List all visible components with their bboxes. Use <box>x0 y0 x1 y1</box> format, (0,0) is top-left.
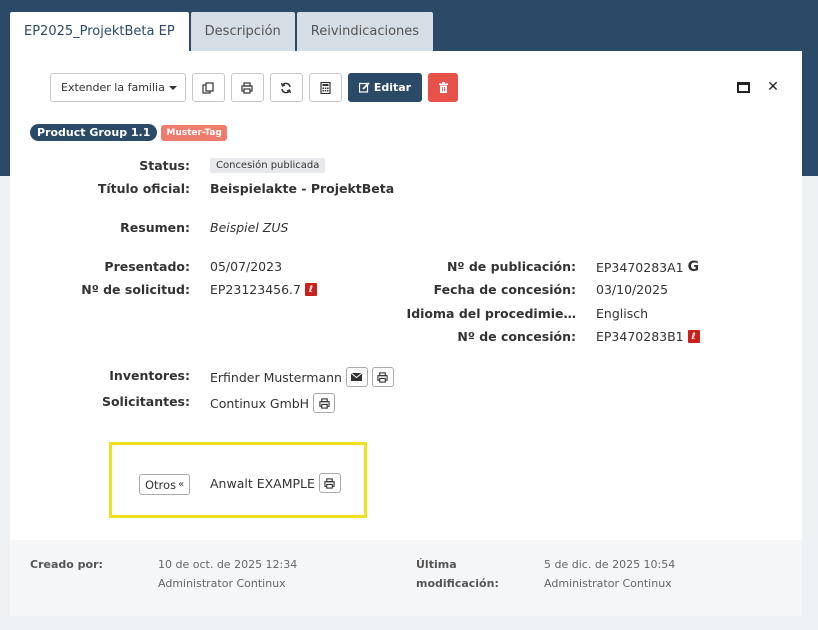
publication-number-text: EP3470283A1 <box>596 259 684 275</box>
attorney-name: Anwalt EXAMPLE <box>210 475 315 491</box>
filed-value: 05/07/2023 <box>210 259 283 274</box>
publication-number-label: Nº de publicación: <box>446 259 576 274</box>
close-button[interactable]: ✕ <box>766 79 780 95</box>
status-badge: Concesión publicada <box>210 158 326 173</box>
print-button[interactable] <box>230 73 264 102</box>
status-label: Status: <box>139 158 190 173</box>
official-title-label: Título oficial: <box>97 181 190 196</box>
tab-bar: EP2025_ProjektBeta EP Descripción Reivin… <box>10 12 435 51</box>
copy-icon <box>202 81 214 94</box>
inventor-name: Erfinder Mustermann <box>210 369 342 385</box>
inventors-label: Inventores: <box>109 368 190 383</box>
product-group-badge[interactable]: Product Group 1.1 <box>30 124 158 141</box>
status-value: Concesión publicada <box>210 158 326 173</box>
extend-family-label: Extender la familia <box>61 81 165 94</box>
print-attorney-button[interactable] <box>318 473 341 493</box>
google-icon[interactable]: G <box>688 259 700 275</box>
print-applicant-button[interactable] <box>313 393 336 413</box>
tab-record[interactable]: EP2025_ProjektBeta EP <box>10 12 189 51</box>
others-label: Otros <box>145 477 177 492</box>
applicants-value: Continux GmbH <box>210 393 336 413</box>
trash-icon <box>438 82 448 93</box>
pdf-icon[interactable]: ℓ <box>305 283 317 296</box>
others-value: Anwalt EXAMPLE <box>210 473 341 493</box>
created-date: 10 de oct. de 2025 12:34 <box>158 558 298 571</box>
grant-number-text: EP3470283B1 <box>596 329 684 344</box>
caret-down-icon <box>168 85 177 90</box>
extend-family-dropdown[interactable]: Extender la familia <box>50 73 186 102</box>
maximize-button[interactable] <box>736 80 750 94</box>
chevron-up-icon: « <box>178 479 185 490</box>
modified-label-line1: Última <box>416 558 457 571</box>
summary-label: Resumen: <box>120 220 190 235</box>
print-icon <box>377 371 389 383</box>
edit-icon <box>358 82 370 93</box>
modified-label-line2: modificación: <box>416 577 499 590</box>
grant-date-label: Fecha de concesión: <box>433 282 576 297</box>
filed-label: Presentado: <box>104 259 190 274</box>
grant-number-value: EP3470283B1 ℓ <box>596 329 700 344</box>
application-number-label: Nº de solicitud: <box>81 282 190 297</box>
print-inventor-button[interactable] <box>371 367 394 387</box>
calculator-icon <box>320 81 331 94</box>
summary-value: Beispiel ZUS <box>210 220 289 235</box>
edit-label: Editar <box>373 81 412 94</box>
refresh-button[interactable] <box>269 73 303 102</box>
application-number-text: EP23123456.7 <box>210 282 301 297</box>
tab-description[interactable]: Descripción <box>190 12 295 51</box>
created-user: Administrator Continux <box>158 577 286 590</box>
application-number-value: EP23123456.7 ℓ <box>210 282 317 297</box>
print-icon <box>318 397 330 409</box>
tab-claims[interactable]: Reivindicaciones <box>296 12 434 51</box>
pdf-icon[interactable]: ℓ <box>687 330 700 343</box>
procedure-language-value: Englisch <box>596 306 649 321</box>
calculator-button[interactable] <box>308 73 342 102</box>
email-button[interactable] <box>345 367 368 387</box>
window-controls: ✕ <box>736 79 780 95</box>
inventors-value: Erfinder Mustermann <box>210 367 394 387</box>
print-icon <box>324 477 336 489</box>
badge-row: Product Group 1.1 Muster-Tag <box>30 124 227 141</box>
print-icon <box>241 81 253 94</box>
toolbar: Extender la familia Editar <box>50 73 459 102</box>
modified-date: 5 de dic. de 2025 10:54 <box>544 558 676 571</box>
publication-number-value: EP3470283A1 G <box>596 259 699 275</box>
created-by-label: Creado por: <box>30 558 103 571</box>
edit-button[interactable]: Editar <box>347 73 423 102</box>
tag-badge[interactable]: Muster-Tag <box>161 124 227 141</box>
record-panel: Extender la familia Editar ✕ Product Gro… <box>10 51 802 616</box>
copy-button[interactable] <box>191 73 225 102</box>
applicant-name: Continux GmbH <box>210 395 310 411</box>
refresh-icon <box>281 82 292 93</box>
procedure-language-label: Idioma del procedimie… <box>406 306 576 321</box>
close-icon: ✕ <box>767 79 779 95</box>
others-toggle-button[interactable]: Otros « <box>139 474 191 495</box>
maximize-icon <box>736 81 750 93</box>
delete-button[interactable] <box>428 73 459 102</box>
modified-user: Administrator Continux <box>544 577 672 590</box>
official-title-value: Beispielakte - ProjektBeta <box>210 181 395 196</box>
envelope-icon <box>351 373 363 381</box>
record-footer: Creado por: 10 de oct. de 2025 12:34 Adm… <box>10 540 802 616</box>
grant-number-label: Nº de concesión: <box>457 329 576 344</box>
applicants-label: Solicitantes: <box>101 394 190 409</box>
grant-date-value: 03/10/2025 <box>596 282 669 297</box>
